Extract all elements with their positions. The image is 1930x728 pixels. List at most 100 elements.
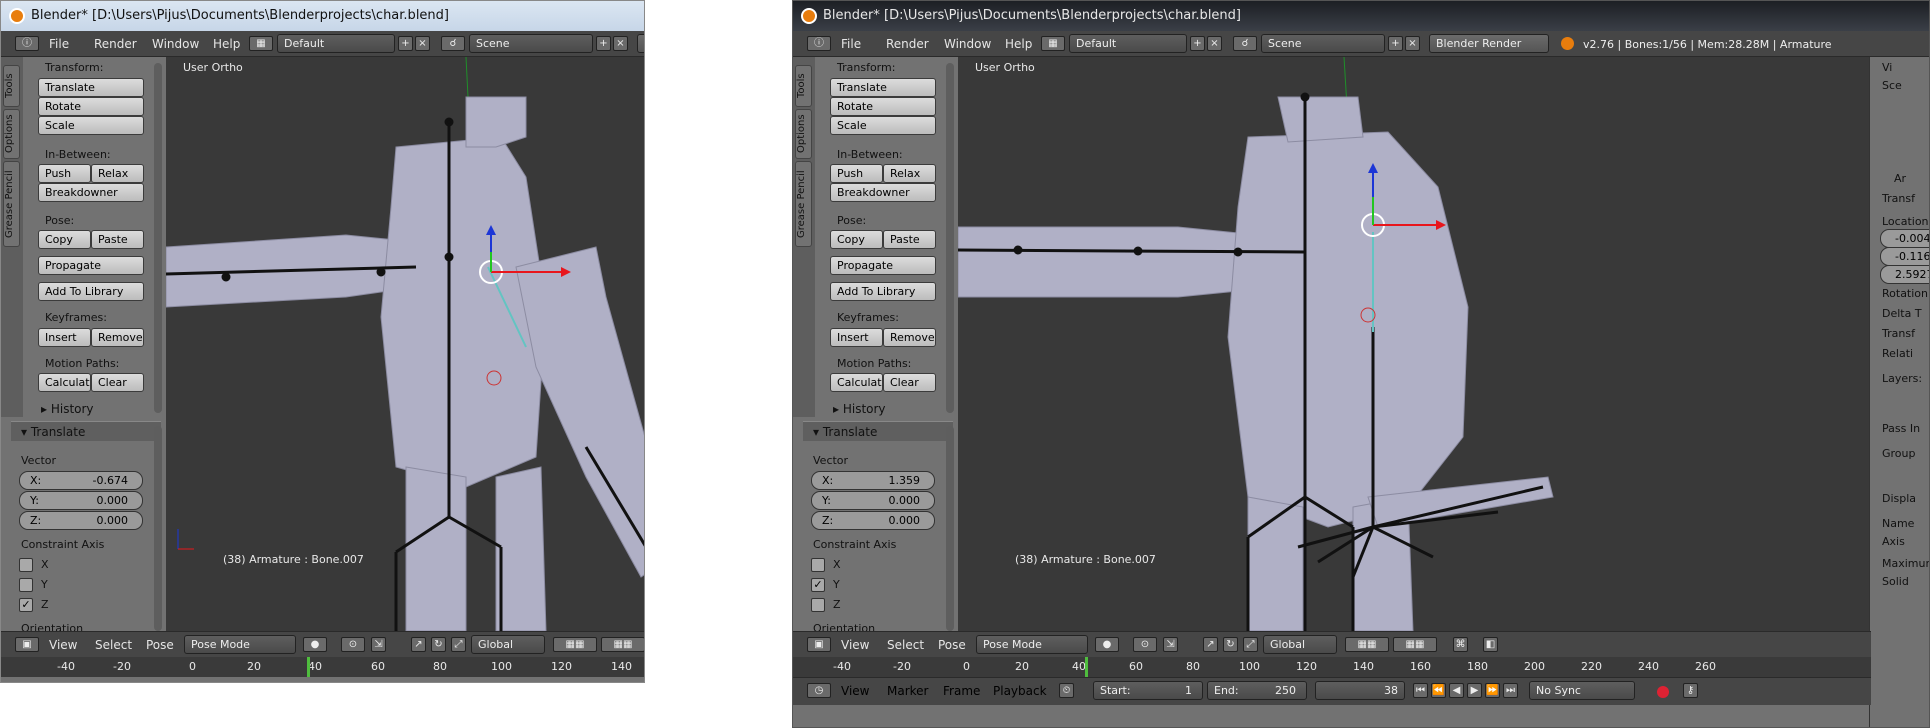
remove-button[interactable]: Remove (91, 328, 144, 347)
scene-field[interactable]: Scene (469, 34, 593, 53)
jump-keyframe-forward-icon[interactable]: ⏩ (1485, 683, 1500, 698)
menu-file[interactable]: File (841, 37, 861, 51)
breakdowner-button[interactable]: Breakdowner (830, 183, 936, 202)
add-layout-icon[interactable]: + (398, 36, 413, 51)
pivot-icon[interactable]: ⊙ (1133, 637, 1157, 652)
rotate-button[interactable]: Rotate (830, 97, 936, 116)
rotate-manipulator-icon[interactable]: ↻ (431, 637, 446, 652)
menu-view[interactable]: View (49, 638, 77, 652)
translate-button[interactable]: Translate (38, 78, 144, 97)
preview-range-icon[interactable]: ⏲ (1059, 683, 1074, 698)
operator-scrollbar[interactable] (946, 426, 954, 631)
right-timeline-ruler[interactable]: -40 -20 0 20 40 60 80 100 120 140 160 18… (793, 657, 1871, 677)
calculate-button[interactable]: Calculat (38, 373, 91, 392)
translate-button[interactable]: Translate (830, 78, 936, 97)
scene-field[interactable]: Scene (1261, 34, 1385, 53)
pivot-icon[interactable]: ⊙ (341, 637, 365, 652)
vector-z-field[interactable]: Z: 0.000 (19, 511, 143, 530)
jump-keyframe-back-icon[interactable]: ⏪ (1431, 683, 1446, 698)
tab-options[interactable]: Options (795, 109, 812, 159)
tool-shelf-scrollbar[interactable] (946, 63, 954, 413)
copy-button[interactable]: Copy (38, 230, 91, 249)
clear-button[interactable]: Clear (883, 373, 936, 392)
groups-header[interactable]: Group (1882, 447, 1916, 460)
history-panel-header[interactable]: ▸ History (823, 399, 933, 419)
axis-y-checkbox[interactable]: ✓ (811, 578, 825, 592)
translate-operator-header[interactable]: ▾ Translate (803, 421, 953, 441)
remove-scene-icon[interactable]: × (1405, 36, 1420, 51)
layers-grid-2[interactable]: ▦▦ (601, 637, 644, 652)
menu-select[interactable]: Select (95, 638, 132, 652)
relations-header[interactable]: Relati (1882, 347, 1913, 360)
display-header[interactable]: Displa (1882, 492, 1916, 505)
propagate-button[interactable]: Propagate (38, 256, 144, 275)
remove-layout-icon[interactable]: × (1207, 36, 1222, 51)
operator-scrollbar[interactable] (154, 426, 162, 631)
axis-z-checkbox[interactable] (811, 598, 825, 612)
mode-select[interactable]: Pose Mode (976, 635, 1088, 654)
vector-x-field[interactable]: X: 1.359 (811, 471, 935, 490)
vector-y-field[interactable]: Y: 0.000 (811, 491, 935, 510)
add-scene-icon[interactable]: + (596, 36, 611, 51)
menu-help[interactable]: Help (213, 37, 240, 51)
layers-grid-2[interactable]: ▦▦ (1393, 637, 1437, 652)
remove-scene-icon[interactable]: × (613, 36, 628, 51)
vector-y-field[interactable]: Y: 0.000 (19, 491, 143, 510)
manipulator-toggle-icon[interactable]: ⇲ (1163, 637, 1178, 652)
scale-manipulator-icon[interactable]: ⤢ (451, 637, 466, 652)
snap-icon[interactable]: ⌘ (1453, 637, 1468, 652)
add-layout-icon[interactable]: + (1190, 36, 1205, 51)
jump-end-icon[interactable]: ⏭ (1503, 683, 1518, 698)
vector-z-field[interactable]: Z: 0.000 (811, 511, 935, 530)
editor-type-icon[interactable]: ▣ (807, 637, 831, 652)
tab-tools[interactable]: Tools (3, 65, 20, 107)
draw-type-select[interactable]: Solid (1882, 575, 1909, 588)
history-panel-header[interactable]: ▸ History (31, 399, 141, 419)
screen-layout-icon[interactable]: ▦ (249, 36, 273, 51)
render-preview-icon[interactable]: ◧ (1483, 637, 1498, 652)
clear-button[interactable]: Clear (91, 373, 144, 392)
relax-button[interactable]: Relax (883, 164, 936, 183)
menu-render[interactable]: Render (886, 37, 929, 51)
mode-select[interactable]: Pose Mode (184, 635, 296, 654)
scene-icon[interactable]: ☌ (1233, 36, 1257, 51)
layers-grid[interactable]: ▦▦ (1345, 637, 1389, 652)
tab-tools[interactable]: Tools (795, 65, 812, 107)
scale-manipulator-icon[interactable]: ⤢ (1243, 637, 1258, 652)
add-to-library-button[interactable]: Add To Library (38, 282, 144, 301)
editor-type-icon[interactable]: ▣ (15, 637, 39, 652)
display-axis-checkbox[interactable]: Axis (1882, 535, 1905, 548)
push-button[interactable]: Push (38, 164, 91, 183)
calculate-button[interactable]: Calculat (830, 373, 883, 392)
menu-frame[interactable]: Frame (943, 684, 980, 698)
paste-button[interactable]: Paste (883, 230, 936, 249)
scale-button[interactable]: Scale (38, 116, 144, 135)
copy-button[interactable]: Copy (830, 230, 883, 249)
info-editor-icon[interactable]: ⓘ (15, 36, 39, 51)
menu-view[interactable]: View (841, 638, 869, 652)
menu-playback[interactable]: Playback (993, 684, 1047, 698)
rotate-manipulator-icon[interactable]: ↻ (1223, 637, 1238, 652)
shading-icon[interactable]: ● (303, 637, 327, 652)
current-frame-field[interactable]: 38 (1315, 681, 1405, 700)
menu-help[interactable]: Help (1005, 37, 1032, 51)
record-icon[interactable] (1657, 686, 1669, 698)
menu-select[interactable]: Select (887, 638, 924, 652)
rotate-button[interactable]: Rotate (38, 97, 144, 116)
axis-y-checkbox[interactable] (19, 578, 33, 592)
scale-button[interactable]: Scale (830, 116, 936, 135)
axis-z-checkbox[interactable]: ✓ (19, 598, 33, 612)
tab-options[interactable]: Options (3, 109, 20, 159)
scene-icon[interactable]: ☌ (441, 36, 465, 51)
axis-x-checkbox[interactable] (811, 558, 825, 572)
delta-transform-header[interactable]: Delta T (1882, 307, 1922, 320)
tool-shelf-scrollbar[interactable] (154, 63, 162, 413)
menu-render[interactable]: Render (94, 37, 137, 51)
play-icon[interactable]: ▶ (1467, 683, 1482, 698)
transform-panel-header[interactable]: Transf (1882, 192, 1915, 205)
add-scene-icon[interactable]: + (1388, 36, 1403, 51)
outliner-scene[interactable]: Sce (1882, 79, 1902, 92)
paste-button[interactable]: Paste (91, 230, 144, 249)
render-engine-select[interactable]: Blender Render (637, 34, 644, 53)
propagate-button[interactable]: Propagate (830, 256, 936, 275)
